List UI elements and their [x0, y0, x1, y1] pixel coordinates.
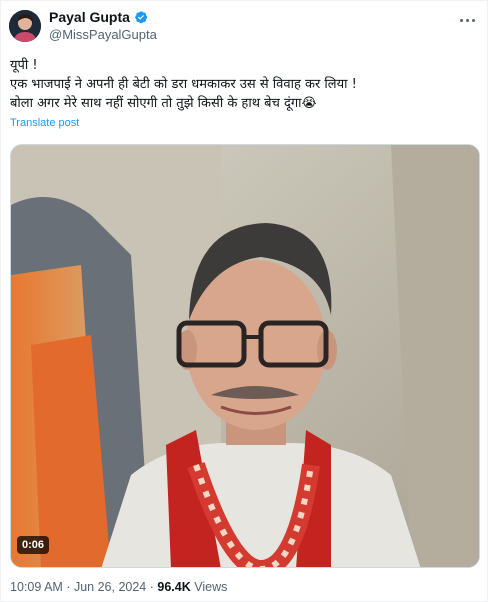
more-options-icon[interactable]: [457, 13, 477, 27]
translate-post-link[interactable]: Translate post: [10, 117, 79, 129]
post-time[interactable]: 10:09 AM: [10, 580, 63, 594]
post-date[interactable]: Jun 26, 2024: [74, 580, 146, 594]
tweet-meta: 10:09 AM · Jun 26, 2024 · 96.4K Views: [10, 580, 227, 594]
avatar[interactable]: [9, 10, 41, 42]
display-name[interactable]: Payal Gupta: [49, 9, 130, 25]
meta-separator: ·: [66, 580, 71, 594]
video-duration-badge: 0:06: [17, 536, 50, 554]
views-label: Views: [194, 580, 228, 594]
video-player[interactable]: [10, 144, 480, 568]
tweet-text-line: बोला अगर मेरे साथ नहीं सोएगी तो तुझे किस…: [10, 96, 317, 111]
author-name-row[interactable]: Payal Gupta: [49, 9, 148, 25]
tweet-text-line: यूपी !: [10, 58, 38, 73]
author-handle[interactable]: @MissPayalGupta: [49, 27, 157, 42]
views-count[interactable]: 96.4K: [157, 580, 190, 594]
meta-separator: ·: [149, 580, 154, 594]
video-frame: [11, 145, 479, 567]
tweet-text: यूपी ! एक भाजपाई ने अपनी ही बेटी को डरा …: [10, 56, 480, 113]
tweet-text-line: एक भाजपाई ने अपनी ही बेटी को डरा धमकाकर …: [10, 77, 357, 92]
tweet-card: Payal Gupta @MissPayalGupta यूपी ! एक भा…: [0, 0, 488, 602]
verified-badge-icon: [134, 10, 148, 24]
